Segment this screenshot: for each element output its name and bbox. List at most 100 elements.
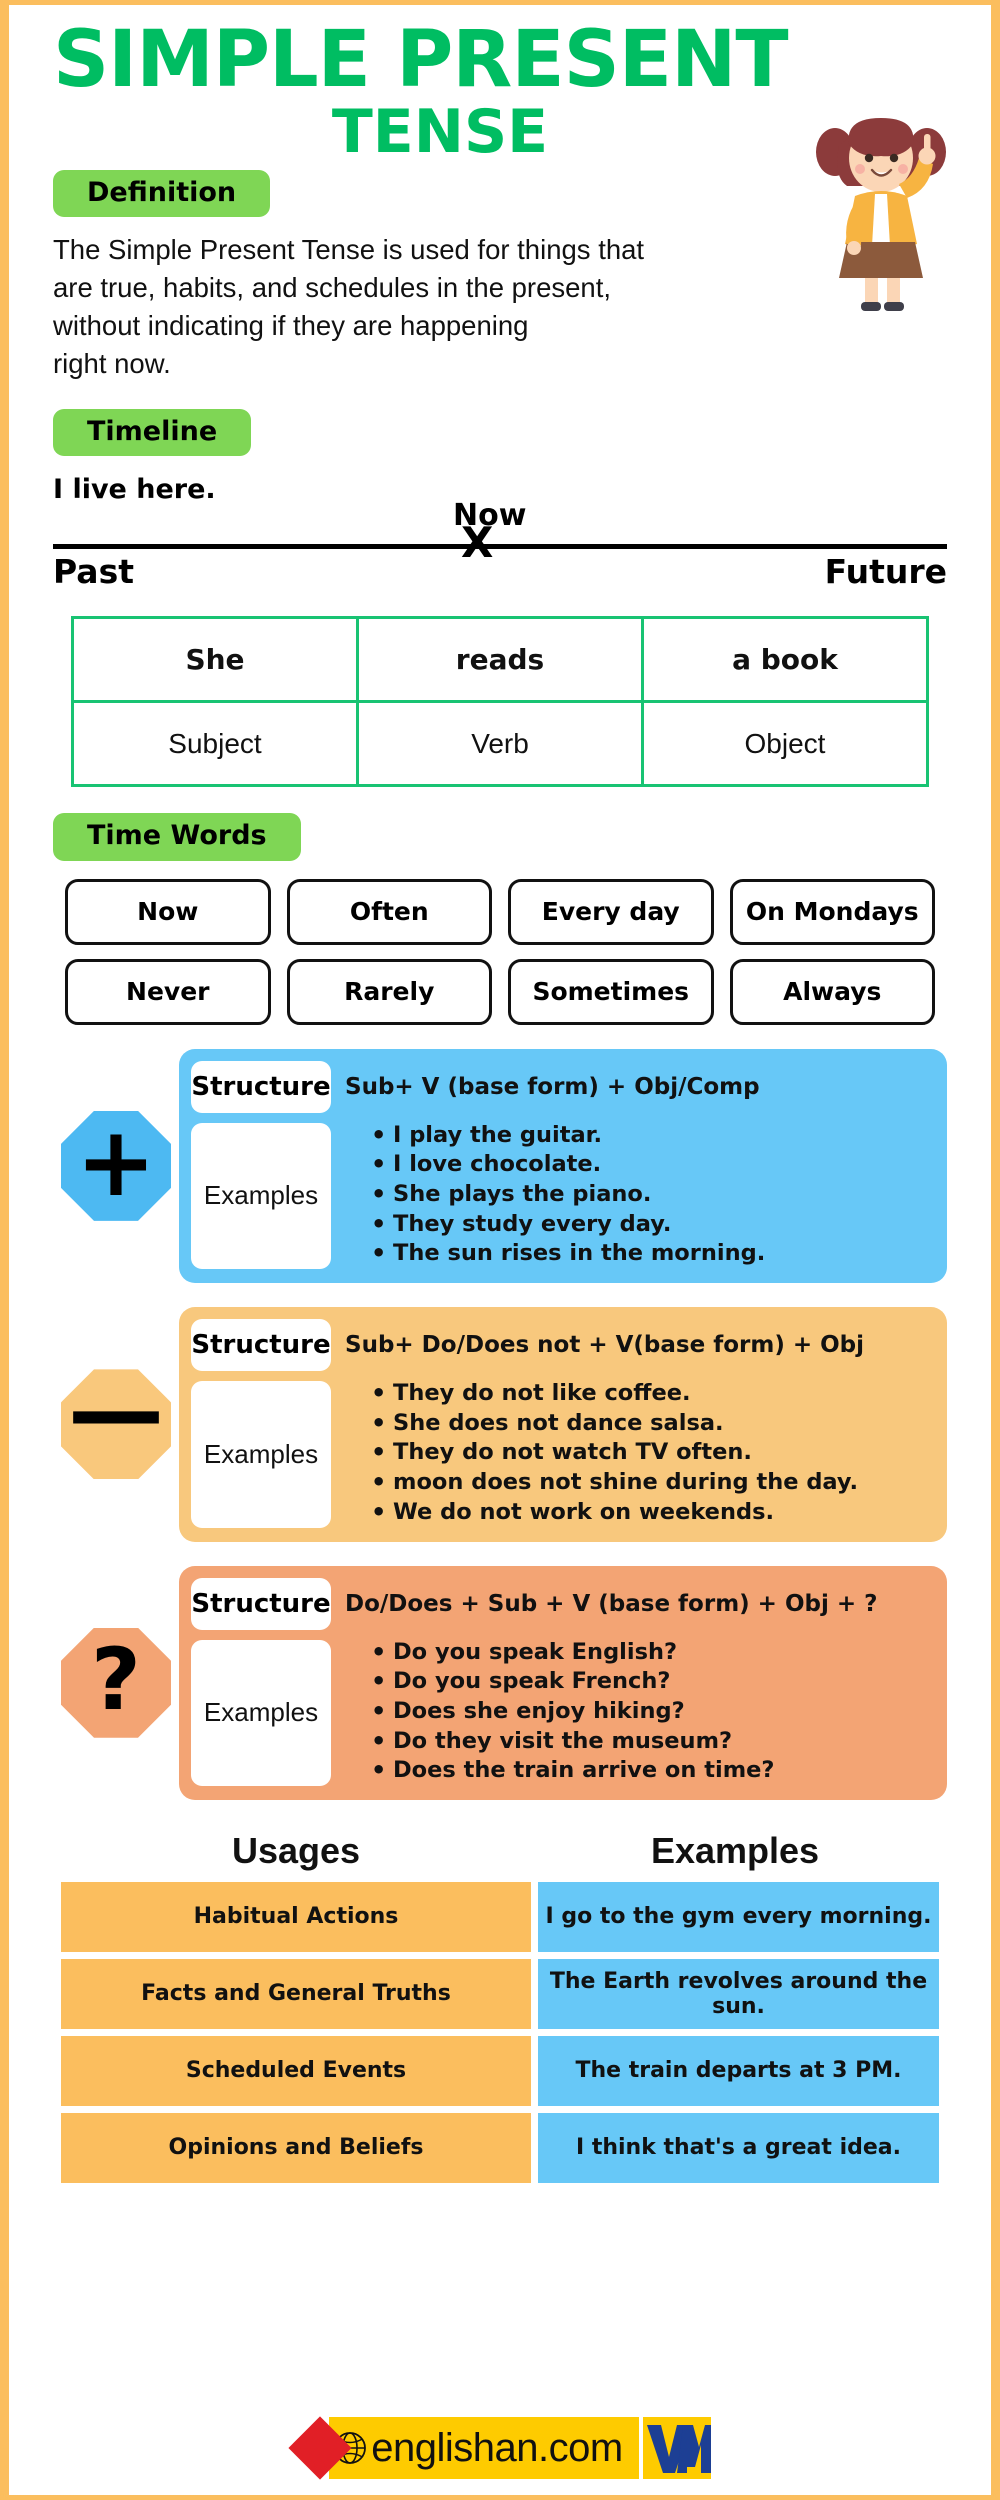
table-row: Facts and General Truths The Earth revol… — [61, 1958, 939, 2029]
time-word-chip-always[interactable]: Always — [729, 958, 935, 1025]
timeline-pill: Timeline — [53, 408, 252, 457]
time-word-chip-sometimes[interactable]: Sometimes — [508, 958, 714, 1025]
list-item: They study every day. — [371, 1210, 931, 1240]
list-item: Does the train arrive on time? — [371, 1756, 931, 1786]
usage-cell: Scheduled Events — [61, 2035, 531, 2106]
brand-text: englishan.com — [371, 2425, 623, 2470]
negative-structure-text: Sub+ Do/Does not + V(base form) + Obj — [345, 1332, 865, 1359]
usage-cell: Facts and General Truths — [61, 1958, 531, 2029]
examples-label: Examples — [191, 1639, 331, 1786]
question-glyph: ? — [91, 1629, 141, 1730]
usage-cell: Opinions and Beliefs — [61, 2112, 531, 2183]
svo-cell-verb-example: reads — [356, 616, 644, 704]
infographic-page: SIMPLE PRESENT TENSE Definition The Simp… — [0, 0, 1000, 2500]
plus-icon: + — [61, 1110, 171, 1221]
time-words-heading-wrap: Time Words — [39, 813, 961, 861]
time-words-grid: Now Often Every day On Mondays Never Rar… — [65, 878, 935, 1025]
question-panel-body: Do/Does + Sub + V (base form) + Obj + ? … — [341, 1578, 931, 1786]
time-word-chip-often[interactable]: Often — [286, 878, 492, 945]
table-row: Scheduled Events The train departs at 3 … — [61, 2035, 939, 2106]
table-row: Subject Verb Object — [71, 700, 929, 788]
list-item: Do you speak English? — [371, 1638, 931, 1668]
list-item: moon does not shine during the day. — [371, 1468, 931, 1498]
svo-cell-subject-label: Subject — [71, 700, 359, 788]
example-cell: The train departs at 3 PM. — [538, 2035, 939, 2106]
structure-label: Structure — [191, 1577, 331, 1630]
negative-panel-body: Sub+ Do/Does not + V(base form) + Obj Th… — [341, 1319, 931, 1527]
list-item: She plays the piano. — [371, 1180, 931, 1210]
list-item: They do not watch TV often. — [371, 1438, 931, 1468]
minus-glyph: — — [68, 1355, 164, 1468]
timeline-future-label: Future — [824, 552, 947, 592]
example-cell: I go to the gym every morning. — [538, 1881, 939, 1952]
negative-panel-labels: Structure Examples — [191, 1319, 331, 1528]
negative-form-section: — Structure Examples Sub+ Do/Does not + … — [53, 1307, 947, 1542]
table-row: Habitual Actions I go to the gym every m… — [61, 1881, 939, 1952]
list-item: Do they visit the museum? — [371, 1727, 931, 1757]
question-structure-text: Do/Does + Sub + V (base form) + Obj + ? — [345, 1590, 878, 1617]
timeline-now-marker: X — [461, 518, 494, 568]
structure-label: Structure — [191, 1060, 331, 1113]
footer-logo-group: englishan.com — [288, 2416, 711, 2480]
positive-structure-text: Sub+ V (base form) + Obj/Comp — [345, 1073, 760, 1100]
list-item: Do you speak French? — [371, 1667, 931, 1697]
definition-line-1: The Simple Present Tense is used for thi… — [53, 234, 645, 266]
negative-examples-list: They do not like coffee. She does not da… — [345, 1371, 931, 1527]
question-panel-labels: Structure Examples — [191, 1577, 331, 1786]
table-row: She reads a book — [71, 616, 929, 704]
example-cell: I think that's a great idea. — [538, 2112, 939, 2183]
question-mark-icon: ? — [61, 1627, 171, 1738]
table-row: Opinions and Beliefs I think that's a gr… — [61, 2112, 939, 2183]
timeline-heading-wrap: Timeline — [39, 408, 961, 457]
examples-label: Examples — [191, 1122, 331, 1270]
definition-paragraph: The Simple Present Tense is used for thi… — [39, 217, 839, 383]
definition-line-2: are true, habits, and schedules in the p… — [53, 272, 611, 304]
time-word-chip-never[interactable]: Never — [65, 958, 271, 1025]
question-form-section: ? Structure Examples Do/Does + Sub + V (… — [53, 1565, 947, 1800]
question-panel: Structure Examples Do/Does + Sub + V (ba… — [179, 1565, 947, 1800]
time-word-chip-now[interactable]: Now — [65, 878, 271, 945]
negative-badge: — — [53, 1369, 179, 1480]
vm-monogram-icon — [642, 2417, 711, 2479]
positive-examples-list: I play the guitar. I love chocolate. She… — [345, 1113, 931, 1269]
minus-icon: — — [61, 1369, 171, 1480]
svo-cell-subject-example: She — [71, 616, 359, 704]
negative-panel: Structure Examples Sub+ Do/Does not + V(… — [179, 1307, 947, 1542]
timeline-diagram: I live here. Now X Past Future — [53, 474, 947, 614]
time-word-chip-every-day[interactable]: Every day — [508, 878, 714, 945]
list-item: We do not work on weekends. — [371, 1498, 931, 1528]
positive-badge: + — [53, 1110, 179, 1221]
list-item: I love chocolate. — [371, 1150, 931, 1180]
usages-column-header: Usages — [231, 1829, 361, 1871]
structure-label: Structure — [191, 1319, 331, 1372]
list-item: She does not dance salsa. — [371, 1409, 931, 1439]
usage-cell: Habitual Actions — [61, 1881, 531, 1952]
usages-table-headers: Usages Examples — [61, 1830, 939, 1872]
positive-form-section: + Structure Examples Sub+ V (base form) … — [53, 1048, 947, 1284]
timeline-past-label: Past — [53, 552, 134, 592]
time-word-chip-on-mondays[interactable]: On Mondays — [729, 878, 935, 945]
girl-pointing-illustration — [816, 118, 946, 311]
definition-pill: Definition — [53, 169, 271, 218]
subject-verb-object-table: She reads a book Subject Verb Object — [71, 616, 929, 788]
svo-cell-verb-label: Verb — [356, 700, 644, 788]
list-item: They do not like coffee. — [371, 1379, 931, 1409]
question-examples-list: Do you speak English? Do you speak Frenc… — [345, 1630, 931, 1786]
footer-yellow-bar: englishan.com — [329, 2417, 639, 2479]
definition-line-4: right now. — [53, 348, 171, 380]
example-cell: The Earth revolves around the sun. — [538, 1958, 939, 2029]
list-item: The sun rises in the morning. — [371, 1239, 931, 1269]
examples-column-header: Examples — [650, 1829, 820, 1871]
time-word-chip-rarely[interactable]: Rarely — [286, 958, 492, 1025]
timeline-axis-line — [53, 544, 947, 550]
list-item: Does she enjoy hiking? — [371, 1697, 931, 1727]
positive-panel-body: Sub+ V (base form) + Obj/Comp I play the… — [341, 1061, 931, 1269]
title-line-1: SIMPLE PRESENT — [53, 15, 789, 105]
svo-cell-object-label: Object — [641, 700, 929, 788]
examples-label: Examples — [191, 1381, 331, 1528]
question-badge: ? — [53, 1627, 179, 1738]
time-words-pill: Time Words — [53, 813, 301, 861]
page-inner: SIMPLE PRESENT TENSE Definition The Simp… — [9, 5, 991, 2495]
positive-panel: Structure Examples Sub+ V (base form) + … — [179, 1048, 947, 1284]
positive-panel-labels: Structure Examples — [191, 1060, 331, 1270]
